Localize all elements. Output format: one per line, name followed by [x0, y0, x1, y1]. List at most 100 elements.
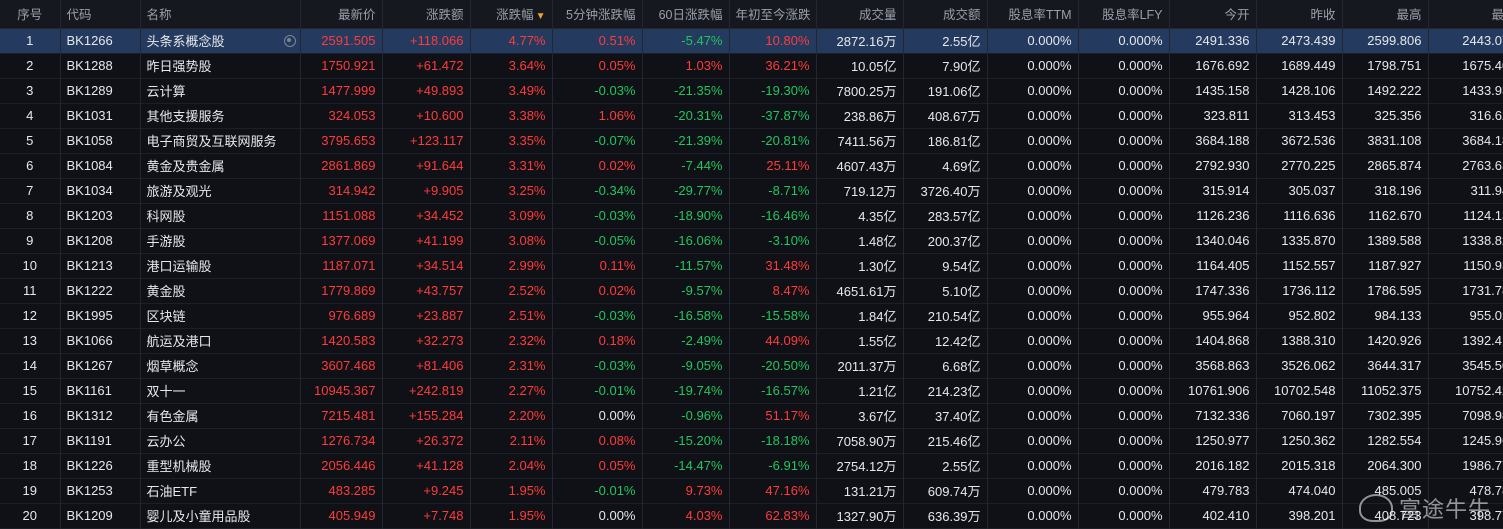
table-row[interactable]: 2 BK1288 昨日强势股 1750.921 +61.472 3.64% 0.05% 1.0…	[0, 53, 1503, 78]
cell-last-price: 3607.468	[300, 353, 383, 378]
cell-code: BK1267	[60, 353, 141, 378]
table-row[interactable]: 11 BK1222 黄金股 1779.869 +43.757 2.52% 0.02% -9.5…	[0, 278, 1503, 303]
cell-index: 15	[0, 378, 61, 403]
cell-high: 7302.395	[1342, 403, 1429, 428]
header-index[interactable]: 序号	[0, 0, 61, 29]
cell-turnover: 2.55亿	[903, 453, 988, 478]
cell-ytd-change: 25.11%	[729, 153, 817, 178]
cell-last-price: 7215.481	[300, 403, 383, 428]
cell-prev-close: 10702.548	[1256, 378, 1343, 403]
cell-5min-change: 0.51%	[552, 28, 643, 53]
header-turnover[interactable]: 成交额	[903, 0, 988, 29]
cell-60d-change: -2.49%	[642, 328, 730, 353]
table-row[interactable]: 6 BK1084 黄金及贵金属 2861.869 +91.644 3.31% 0.02% -7…	[0, 153, 1503, 178]
cell-prev-close: 3526.062	[1256, 353, 1343, 378]
cell-high: 3644.317	[1342, 353, 1429, 378]
cell-dividend-lfy: 0.000%	[1078, 453, 1170, 478]
cell-low: 1986.774	[1428, 453, 1503, 478]
sector-name: 区块链	[146, 309, 186, 324]
cell-name: 区块链	[140, 303, 301, 328]
header-ytd-change[interactable]: 年初至今涨跌	[729, 0, 817, 29]
cell-change: +32.273	[382, 328, 471, 353]
cell-last-price: 2591.505	[300, 28, 383, 53]
table-row[interactable]: 1 BK1266 头条系概念股 2591.505 +118.066 4.77% 0.51% -…	[0, 28, 1503, 53]
cell-index: 8	[0, 203, 61, 228]
cell-name: 航运及港口	[140, 328, 301, 353]
cell-name: 昨日强势股	[140, 53, 301, 78]
table-row[interactable]: 5 BK1058 电子商贸及互联网服务 3795.653 +123.117 3.35% -0…	[0, 128, 1503, 153]
header-low[interactable]: 最低	[1428, 0, 1503, 29]
table-row[interactable]: 13 BK1066 航运及港口 1420.583 +32.273 2.32% 0.18% -2…	[0, 328, 1503, 353]
table-row[interactable]: 7 BK1034 旅游及观光 314.942 +9.905 3.25% -0.34% -29.…	[0, 178, 1503, 203]
header-label: 代码	[66, 8, 92, 23]
cell-low: 955.028	[1428, 303, 1503, 328]
table-row[interactable]: 10 BK1213 港口运输股 1187.071 +34.514 2.99% 0.11% -1…	[0, 253, 1503, 278]
cell-code: BK1222	[60, 278, 141, 303]
table-row[interactable]: 20 BK1209 婴儿及小童用品股 405.949 +7.748 1.95% 0.00% 4…	[0, 503, 1503, 528]
cell-change: +10.600	[382, 103, 471, 128]
cell-low: 398.774	[1428, 503, 1503, 528]
cell-turnover: 214.23亿	[903, 378, 988, 403]
cell-last-price: 1477.999	[300, 78, 383, 103]
header-dividend-ttm[interactable]: 股息率TTM	[987, 0, 1079, 29]
cell-turnover: 210.54亿	[903, 303, 988, 328]
cell-dividend-lfy: 0.000%	[1078, 28, 1170, 53]
table-row[interactable]: 9 BK1208 手游股 1377.069 +41.199 3.08% -0.05% -16.…	[0, 228, 1503, 253]
cell-code: BK1266	[60, 28, 141, 53]
cell-ytd-change: -37.87%	[729, 103, 817, 128]
cell-code: BK1289	[60, 78, 141, 103]
cell-change-pct: 3.38%	[470, 103, 553, 128]
table-row[interactable]: 8 BK1203 科网股 1151.088 +34.452 3.09% -0.03% -18.…	[0, 203, 1503, 228]
header-label: 名称	[146, 8, 172, 23]
cell-60d-change: -15.20%	[642, 428, 730, 453]
header-code[interactable]: 代码	[60, 0, 141, 29]
cell-code: BK1208	[60, 228, 141, 253]
cell-prev-close: 1428.106	[1256, 78, 1343, 103]
table-row[interactable]: 12 BK1995 区块链 976.689 +23.887 2.51% -0.03% -16.…	[0, 303, 1503, 328]
cell-volume: 131.21万	[816, 478, 904, 503]
cell-prev-close: 313.453	[1256, 103, 1343, 128]
header-prev-close[interactable]: 昨收	[1256, 0, 1343, 29]
header-volume[interactable]: 成交量	[816, 0, 904, 29]
cell-dividend-ttm: 0.000%	[987, 28, 1079, 53]
header-change[interactable]: 涨跌额	[382, 0, 471, 29]
table-row[interactable]: 18 BK1226 重型机械股 2056.446 +41.128 2.04% 0.05% -1…	[0, 453, 1503, 478]
header-dividend-lfy[interactable]: 股息率LFY	[1078, 0, 1170, 29]
table-row[interactable]: 14 BK1267 烟草概念 3607.468 +81.406 2.31% -0.03% -9…	[0, 353, 1503, 378]
cell-high: 1187.927	[1342, 253, 1429, 278]
sector-name: 航运及港口	[146, 334, 212, 349]
table-row[interactable]: 17 BK1191 云办公 1276.734 +26.372 2.11% 0.08% -15.…	[0, 428, 1503, 453]
table-row[interactable]: 19 BK1253 石油ETF 483.285 +9.245 1.95% -0.01% 9.7…	[0, 478, 1503, 503]
cell-prev-close: 1152.557	[1256, 253, 1343, 278]
cell-ytd-change: 51.17%	[729, 403, 817, 428]
cell-dividend-lfy: 0.000%	[1078, 303, 1170, 328]
cell-code: BK1312	[60, 403, 141, 428]
cell-index: 17	[0, 428, 61, 453]
cell-60d-change: -20.31%	[642, 103, 730, 128]
cell-ytd-change: 44.09%	[729, 328, 817, 353]
header-open[interactable]: 今开	[1169, 0, 1257, 29]
header-5min-change[interactable]: 5分钟涨跌幅	[552, 0, 643, 29]
table-row[interactable]: 15 BK1161 双十一 10945.367 +242.819 2.27% -0.01% -…	[0, 378, 1503, 403]
sort-descending-icon[interactable]: ▼	[536, 11, 546, 22]
header-label: 涨跌额	[425, 8, 464, 23]
cell-prev-close: 952.802	[1256, 303, 1343, 328]
cell-name: 旅游及观光	[140, 178, 301, 203]
header-last-price[interactable]: 最新价	[300, 0, 383, 29]
table-row[interactable]: 4 BK1031 其他支援服务 324.053 +10.600 3.38% 1.06% -20…	[0, 103, 1503, 128]
table-row[interactable]: 3 BK1289 云计算 1477.999 +49.893 3.49% -0.03% -21.…	[0, 78, 1503, 103]
watch-eye-icon[interactable]	[283, 34, 296, 47]
cell-open: 1676.692	[1169, 53, 1257, 78]
cell-dividend-lfy: 0.000%	[1078, 478, 1170, 503]
cell-high: 2865.874	[1342, 153, 1429, 178]
header-change-pct[interactable]: 涨跌幅 ▼	[470, 0, 553, 29]
table-row[interactable]: 16 BK1312 有色金属 7215.481 +155.284 2.20% 0.00% -0…	[0, 403, 1503, 428]
header-60d-change[interactable]: 60日涨跌幅	[642, 0, 730, 29]
cell-low: 3684.188	[1428, 128, 1503, 153]
cell-dividend-lfy: 0.000%	[1078, 78, 1170, 103]
cell-index: 10	[0, 253, 61, 278]
header-name[interactable]: 名称	[140, 0, 301, 29]
cell-prev-close: 7060.197	[1256, 403, 1343, 428]
cell-volume: 1.48亿	[816, 228, 904, 253]
header-high[interactable]: 最高	[1342, 0, 1429, 29]
